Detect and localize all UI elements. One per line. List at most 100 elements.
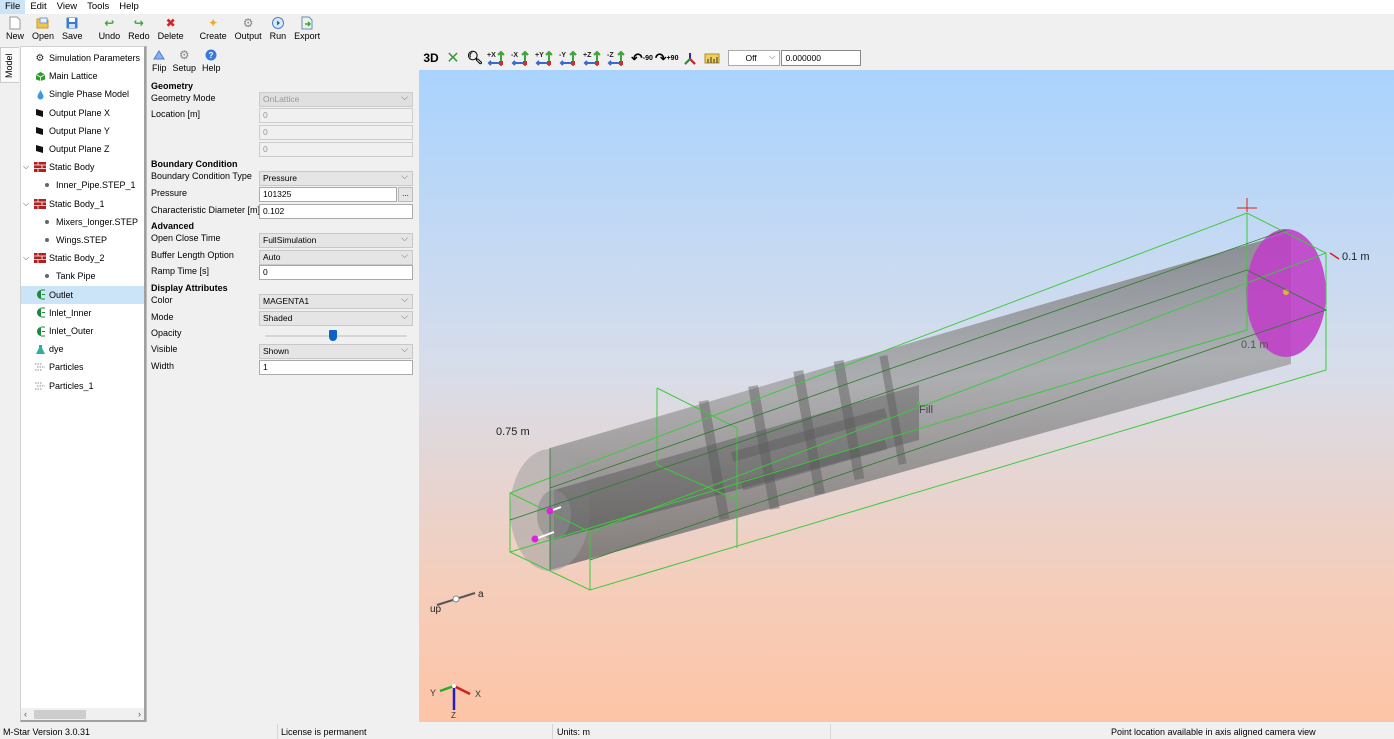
location-y-field[interactable]: 0: [259, 125, 413, 140]
rotate-minus-90-button[interactable]: ↶ -90: [631, 48, 653, 68]
view-minus-x-button[interactable]: -X: [511, 48, 533, 68]
tree-item[interactable]: Main Lattice: [21, 67, 144, 85]
scene-svg: 0.75 m 0.1 m 0.1 m Fill a up X Y Z: [430, 198, 1370, 720]
location-z-field[interactable]: 0: [259, 142, 413, 157]
status-bar: M-Star Version 3.0.31 License is permane…: [0, 724, 1394, 739]
svg-text:+Z: +Z: [583, 52, 592, 59]
mode-label: Mode: [151, 312, 174, 322]
save-button[interactable]: Save: [58, 15, 87, 41]
tree-item[interactable]: Inner_Pipe.STEP_1: [21, 176, 144, 194]
fit-all-icon[interactable]: ✕: [443, 48, 463, 68]
tree-item[interactable]: Particles_1: [21, 377, 144, 395]
axis-view-icon: +Y: [535, 50, 553, 66]
rotate-plus-90-button[interactable]: ↷ +90: [655, 48, 679, 68]
width-input[interactable]: 1: [259, 360, 413, 375]
plane-icon: [34, 125, 46, 137]
undo-button[interactable]: ↩ Undo: [95, 15, 125, 41]
tree-horizontal-scrollbar[interactable]: ‹ ›: [21, 708, 144, 720]
view-plus-z-button[interactable]: +Z: [583, 48, 605, 68]
version-status: M-Star Version 3.0.31: [3, 727, 91, 737]
tree-item-label: Outlet: [49, 289, 74, 300]
menu-edit[interactable]: Edit: [25, 0, 51, 14]
tree-item[interactable]: ⌵ Static Body: [21, 158, 144, 176]
pressure-input[interactable]: 101325: [259, 187, 397, 202]
view-plus-x-button[interactable]: +X: [487, 48, 509, 68]
clip-value-input[interactable]: 0.000000: [781, 50, 862, 66]
static-body-icon: [34, 198, 46, 210]
tree-item[interactable]: Output Plane X: [21, 104, 144, 122]
axis-view-icon: -X: [511, 50, 529, 66]
tree-item[interactable]: Inlet_Outer: [21, 322, 144, 340]
camera-up-label: up: [430, 604, 442, 615]
tree-item[interactable]: ⌵ Static Body_2: [21, 249, 144, 267]
tree-item-label: Inlet_Outer: [49, 326, 94, 336]
buffer-length-select[interactable]: Auto: [259, 249, 413, 265]
color-label: Color: [151, 295, 173, 305]
chevron-down-icon[interactable]: ⌵: [21, 199, 31, 209]
scroll-right-icon[interactable]: ›: [138, 709, 141, 719]
clip-plane-select[interactable]: Off: [728, 49, 781, 66]
bullet-icon: [45, 238, 49, 242]
zoom-region-icon[interactable]: 🔍︎: [465, 48, 485, 68]
ruler-icon[interactable]: [702, 48, 722, 68]
export-button[interactable]: Export: [290, 15, 324, 41]
ramp-time-input[interactable]: 0: [259, 265, 413, 280]
model-tree: ⚙ Simulation Parameters Main Lattice Single…: [20, 46, 146, 722]
scrollbar-thumb[interactable]: [34, 710, 86, 719]
menu-help[interactable]: Help: [114, 0, 144, 14]
view-3d-button[interactable]: 3D: [421, 48, 441, 68]
create-button[interactable]: ✦ Create: [196, 15, 231, 41]
axis-view-icon: -Y: [559, 50, 577, 66]
tree-item[interactable]: dye: [21, 340, 144, 358]
chevron-down-icon[interactable]: ⌵: [21, 162, 31, 172]
3d-viewport[interactable]: 0.75 m 0.1 m 0.1 m Fill a up X Y Z: [419, 70, 1394, 722]
axes-triad-icon[interactable]: [680, 48, 700, 68]
mode-select[interactable]: Shaded: [259, 310, 413, 326]
tree-item[interactable]: Mixers_longer.STEP: [21, 213, 144, 231]
tree-item[interactable]: Single Phase Model: [21, 85, 144, 103]
menu-file[interactable]: File: [0, 0, 26, 14]
svg-text:+X: +X: [487, 52, 496, 59]
view-minus-z-button[interactable]: -Z: [607, 48, 629, 68]
diameter-input[interactable]: 0.102: [259, 204, 413, 219]
tree-item[interactable]: Output Plane Y: [21, 122, 144, 140]
opacity-slider-thumb[interactable]: [329, 330, 338, 341]
view-plus-y-button[interactable]: +Y: [535, 48, 557, 68]
tree-item[interactable]: ⚙ Simulation Parameters: [21, 49, 144, 67]
chevron-down-icon[interactable]: ⌵: [21, 253, 31, 263]
new-button[interactable]: New: [2, 15, 28, 41]
scroll-left-icon[interactable]: ‹: [24, 709, 27, 719]
color-select[interactable]: MAGENTA1: [259, 293, 413, 309]
bullet-icon: [45, 219, 49, 224]
license-status: License is permanent: [281, 727, 367, 737]
open-close-select[interactable]: FullSimulation: [259, 232, 413, 248]
tree-item[interactable]: ⌵ Static Body_1: [21, 195, 144, 213]
tab-model[interactable]: Model: [0, 47, 19, 83]
tree-item[interactable]: Inlet_Inner: [21, 304, 144, 322]
tree-item[interactable]: Particles: [21, 358, 144, 376]
menu-view[interactable]: View: [52, 0, 82, 14]
dimension-label-right: 0.1 m: [1342, 251, 1370, 263]
pressure-ellipsis-button[interactable]: ...: [398, 187, 413, 202]
tree-item-label: Output Plane X: [49, 107, 111, 118]
delete-button[interactable]: ✖ Delete: [154, 15, 188, 41]
tree-item[interactable]: Tank Pipe: [21, 267, 144, 285]
visible-select[interactable]: Shown: [259, 343, 413, 359]
run-button[interactable]: Run: [266, 15, 291, 41]
tree-item-label: dye: [49, 344, 64, 355]
tree-item[interactable]: Wings.STEP: [21, 231, 144, 249]
boundary-type-select[interactable]: Pressure: [259, 170, 413, 186]
setup-button[interactable]: ⚙ Setup: [170, 48, 200, 73]
redo-button[interactable]: ↪ Redo: [124, 15, 154, 41]
output-button[interactable]: ⚙ Output: [231, 15, 266, 41]
section-advanced: Advanced: [151, 221, 195, 231]
help-button[interactable]: ? Help: [199, 48, 224, 73]
location-x-field[interactable]: 0: [259, 108, 413, 123]
menu-tools[interactable]: Tools: [82, 0, 114, 14]
tree-item[interactable]: Outlet: [21, 285, 144, 304]
view-minus-y-button[interactable]: -Y: [559, 48, 581, 68]
tree-item[interactable]: Output Plane Z: [21, 140, 144, 158]
flip-button[interactable]: Flip: [149, 48, 170, 73]
geometry-mode-select[interactable]: OnLattice: [259, 91, 413, 107]
open-button[interactable]: Open: [28, 15, 58, 41]
